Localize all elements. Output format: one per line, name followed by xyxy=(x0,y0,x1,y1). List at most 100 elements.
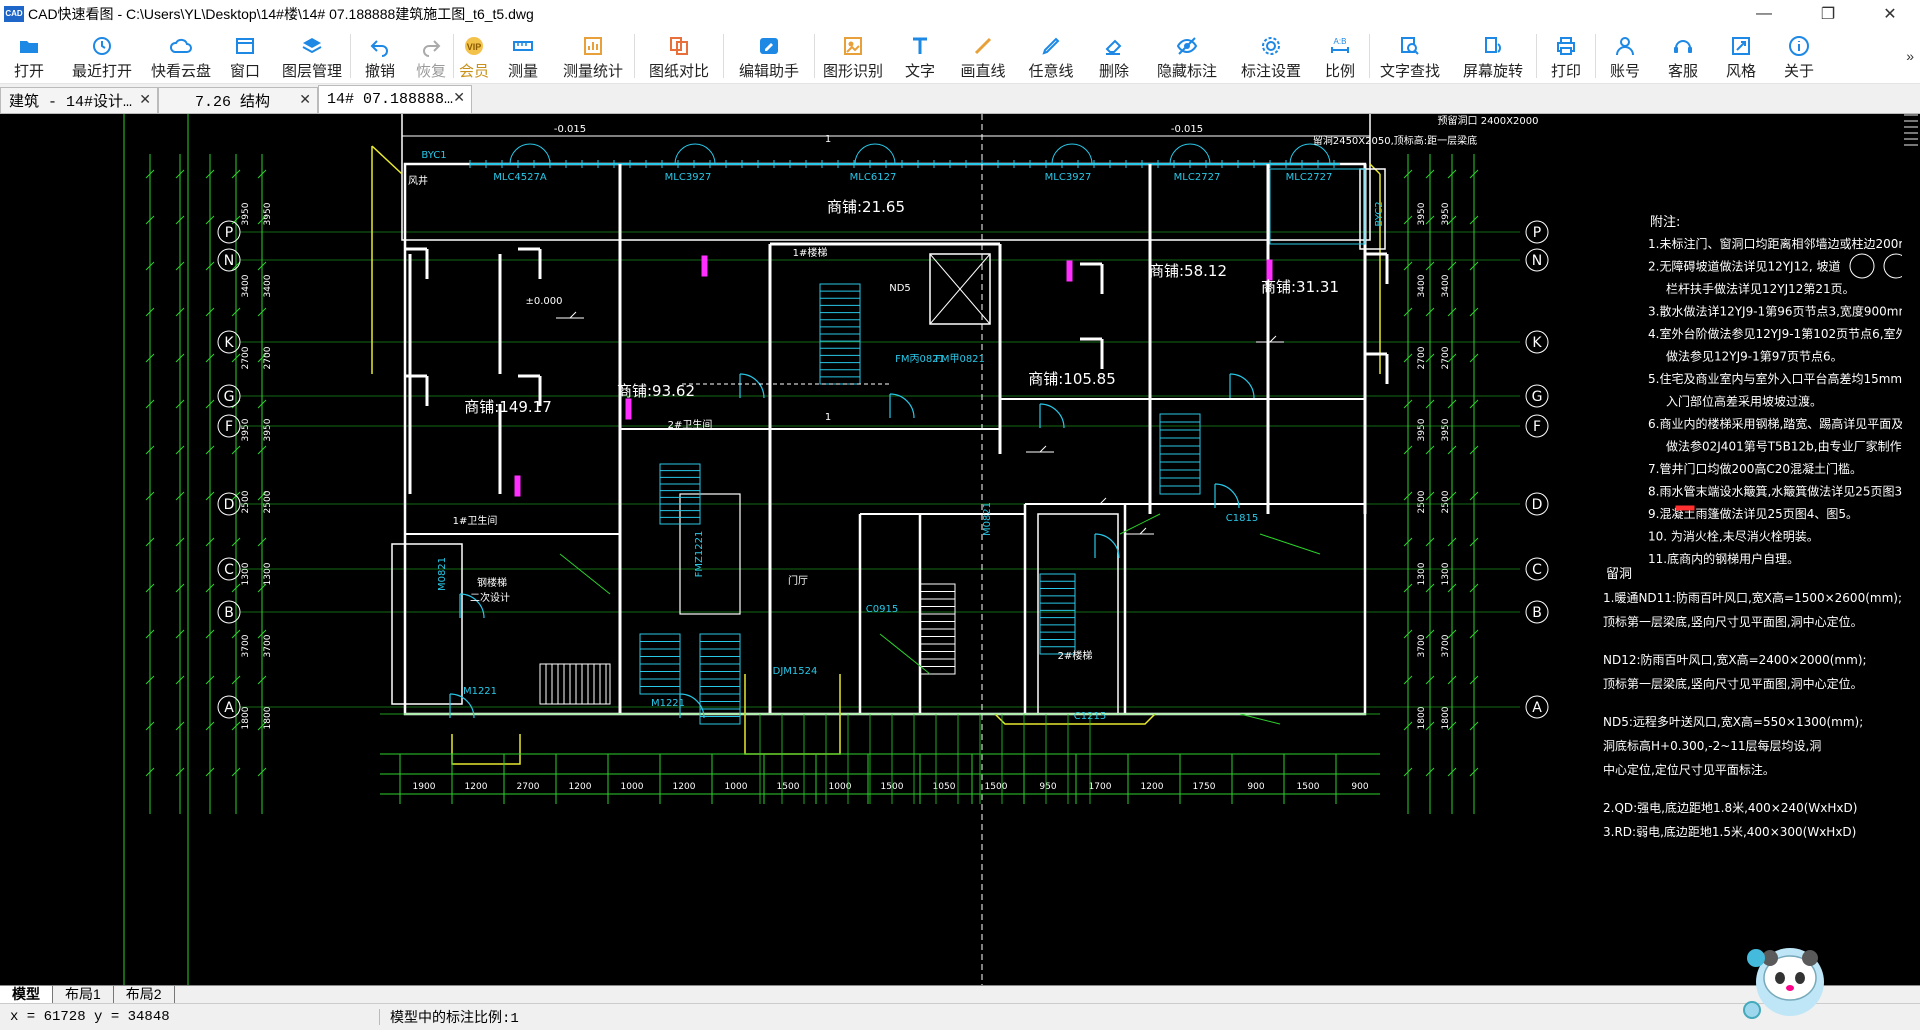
headset-icon xyxy=(1674,40,1692,53)
hole-note-line: ND12:防雨百叶风口,宽X高=2400×2000(mm); xyxy=(1603,652,1867,667)
dimension-text: 2700 xyxy=(1441,346,1451,369)
opening-label: BYC1 xyxy=(421,150,446,161)
edit-assist-button[interactable]: 编辑助手 xyxy=(724,28,814,84)
line-button[interactable]: 画直线 xyxy=(949,28,1017,84)
scroll-grip xyxy=(1904,138,1918,140)
find-text-button[interactable]: 文字查找 xyxy=(1370,28,1450,84)
panda-mascot-icon[interactable] xyxy=(1738,932,1834,1028)
annotation-scale-status: 模型中的标注比例:1 xyxy=(390,1011,519,1027)
note-line: 做法参02J401第号T5B12b,由专业厂家制作。 xyxy=(1666,439,1902,454)
compare-button[interactable]: 图纸对比 xyxy=(635,28,723,84)
axis-label-right: A xyxy=(1532,700,1542,716)
note-line: 栏杆扶手做法详见12YJ12第21页。 xyxy=(1666,281,1855,296)
dimension-text: 1200 xyxy=(1141,782,1164,792)
service-button[interactable]: 客服 xyxy=(1654,28,1712,84)
cloud-button[interactable]: 快看云盘 xyxy=(146,28,216,84)
door-swing xyxy=(854,143,896,165)
door-swing xyxy=(1229,373,1255,399)
minimize-button[interactable]: — xyxy=(1738,0,1790,28)
recent-button[interactable]: 最近打开 xyxy=(58,28,146,84)
drawing-canvas[interactable]: 3950 3950 3400 3400 2700 2700 3950 3950 2500 2500… xyxy=(0,114,1920,985)
status-bar: x = 61728 y = 34848 模型中的标注比例:1 xyxy=(0,1003,1920,1030)
dimension-text: 3400 xyxy=(1441,274,1451,297)
dimension-text: 1500 xyxy=(985,782,1008,792)
rotate-button[interactable]: 屏幕旋转 xyxy=(1450,28,1536,84)
dimension-text: 1200 xyxy=(673,782,696,792)
text-label: 文字 xyxy=(904,63,935,80)
tab-close-icon[interactable]: ✕ xyxy=(453,90,465,106)
folder-icon xyxy=(20,41,38,53)
window-button[interactable]: 窗口 xyxy=(216,28,274,84)
annot-settings-label: 标注设置 xyxy=(1240,63,1301,80)
ratio-button[interactable]: A:B 比例 xyxy=(1311,28,1369,84)
canvas-scrollbar[interactable] xyxy=(1902,114,1920,985)
freeline-button[interactable]: 任意线 xyxy=(1017,28,1085,84)
doc-tab-architecture[interactable]: 建筑 - 14#设计… ✕ xyxy=(0,87,158,113)
scroll-grip xyxy=(1904,132,1918,134)
dimension-text: 3950 xyxy=(263,418,273,441)
print-button[interactable]: 打印 xyxy=(1537,28,1595,84)
cad-viewer-window: CAD CAD快速看图 - C:\Users\YL\Desktop\14#楼\1… xyxy=(0,0,1920,1030)
layers-button[interactable]: 图层管理 xyxy=(274,28,350,84)
toolbar-overflow-icon[interactable]: » xyxy=(1906,48,1914,64)
open-button[interactable]: 打开 xyxy=(0,28,58,84)
style-button[interactable]: 风格 xyxy=(1712,28,1770,84)
door-swing xyxy=(1094,533,1120,559)
elevation-mark xyxy=(1269,335,1277,343)
note-line: 7.管井门口均做200高C20混凝土门槛。 xyxy=(1648,461,1862,476)
doc-tab-structure[interactable]: 7.26 结构 ✕ xyxy=(158,87,318,113)
opening-label: C1815 xyxy=(1226,513,1258,524)
measure-stats-button[interactable]: 测量统计 xyxy=(552,28,634,84)
layers-icon xyxy=(302,38,322,54)
app-logo-icon: CAD xyxy=(4,6,24,22)
undo-button[interactable]: 撤销 xyxy=(351,28,409,84)
redo-button[interactable]: 恢复 xyxy=(409,28,453,84)
doc-tab-current-drawing[interactable]: 14# 07.188888… ✕ xyxy=(318,85,472,113)
find-text-label: 文字查找 xyxy=(1379,63,1440,80)
opening-label: C1215 xyxy=(1074,711,1106,722)
floor-plan-drawing[interactable]: 3950 3950 3400 3400 2700 2700 3950 3950 2500 2500… xyxy=(0,114,1902,985)
dimension-text: 3400 xyxy=(1417,274,1427,297)
delete-button[interactable]: 删除 xyxy=(1085,28,1143,84)
info-icon xyxy=(1789,36,1809,56)
opening-label: -0.015 xyxy=(1171,124,1203,135)
eave-slope xyxy=(371,145,403,175)
dimension-text: 1800 xyxy=(263,706,273,729)
hide-annot-button[interactable]: 隐藏标注 xyxy=(1143,28,1231,84)
service-label: 客服 xyxy=(1667,63,1698,80)
dimension-text: 3950 xyxy=(1441,202,1451,225)
axis-label-right: C xyxy=(1532,562,1542,578)
close-button[interactable]: ✕ xyxy=(1864,0,1916,28)
text-button[interactable]: 文字 xyxy=(891,28,949,84)
scroll-grip xyxy=(1904,114,1918,116)
room-label: 商铺:93.62 xyxy=(617,382,695,400)
hole-note-line: 3.RD:弱电,底边距地1.5米,400×300(WxHxD) xyxy=(1603,824,1856,839)
shape-recog-button[interactable]: 图形识别 xyxy=(815,28,891,84)
opening-label: MLC2727 xyxy=(1174,172,1221,183)
account-button[interactable]: 账号 xyxy=(1596,28,1654,84)
maximize-button[interactable]: ❐ xyxy=(1802,0,1854,28)
ratio-label: 比例 xyxy=(1324,63,1355,80)
layout-tabs: 模型 布局1 布局2 xyxy=(0,985,1920,1004)
dimension-text: 1200 xyxy=(465,782,488,792)
opening-label: 1 xyxy=(825,134,831,145)
measure-button[interactable]: 测量 xyxy=(494,28,552,84)
opening-label: M1221 xyxy=(463,686,497,697)
title-bar[interactable]: CAD CAD快速看图 - C:\Users\YL\Desktop\14#楼\1… xyxy=(0,0,1920,28)
layout-tab-model[interactable]: 模型 xyxy=(0,985,53,1004)
about-button[interactable]: 关于 xyxy=(1770,28,1828,84)
axis-label-right: B xyxy=(1532,605,1542,621)
tab-close-icon[interactable]: ✕ xyxy=(299,92,311,108)
delete-label: 删除 xyxy=(1098,63,1129,80)
dimension-text: 1900 xyxy=(413,782,436,792)
about-label: 关于 xyxy=(1783,63,1814,80)
style-icon xyxy=(1732,37,1750,55)
vip-button[interactable]: VIP 会员 xyxy=(454,28,494,84)
layout-tab-layout1[interactable]: 布局1 xyxy=(53,985,114,1004)
dimension-text: 3700 xyxy=(1441,634,1451,657)
tab-close-icon[interactable]: ✕ xyxy=(139,92,151,108)
annot-settings-button[interactable]: 标注设置 xyxy=(1231,28,1311,84)
door-swing xyxy=(509,143,551,165)
layers-label: 图层管理 xyxy=(281,63,342,80)
layout-tab-layout2[interactable]: 布局2 xyxy=(114,985,175,1004)
